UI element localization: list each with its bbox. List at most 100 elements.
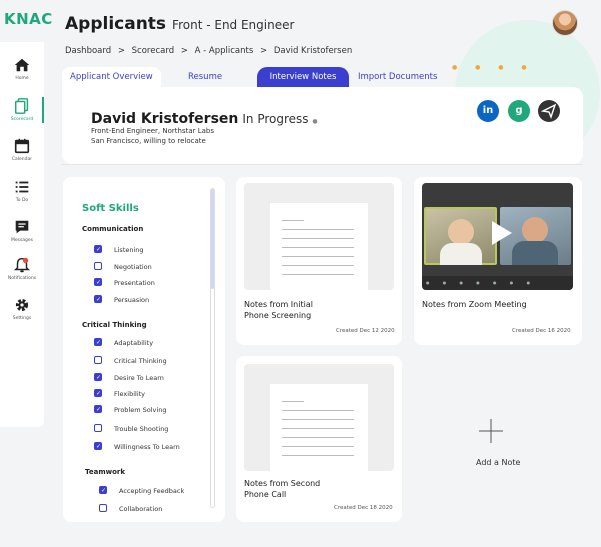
skill-willingness-to-learn[interactable]: Willingness To Learn	[94, 442, 180, 453]
sidebar-item-label: Scorecard	[10, 117, 34, 122]
sidebar-item-calendar[interactable]: Calendar	[0, 137, 44, 162]
skill-label: Listening	[114, 246, 144, 254]
skill-label: Accepting Feedback	[119, 487, 185, 495]
scorecard-icon	[14, 98, 29, 114]
checkbox[interactable]	[94, 338, 102, 347]
skill-adaptability[interactable]: Adaptability	[94, 338, 154, 349]
checkbox[interactable]	[94, 245, 102, 254]
page-title: Applicants Front - End Engineer	[65, 14, 294, 34]
tab-import-documents[interactable]: Import Documents	[358, 67, 437, 87]
sidebar-item-notifications[interactable]: Notifications	[0, 256, 44, 281]
play-icon[interactable]	[492, 221, 512, 245]
note-title-line: Notes from Zoom Meeting	[422, 300, 527, 309]
glassdoor-icon[interactable]: g	[508, 100, 530, 122]
checkbox[interactable]	[99, 486, 107, 495]
bell-icon	[13, 257, 31, 273]
app-logo[interactable]: KNAC	[4, 10, 53, 28]
skill-label: Trouble Shooting	[114, 425, 169, 433]
note-date: Created Dec 12 2020	[336, 328, 395, 334]
sidebar-item-label: To Do	[15, 198, 29, 203]
skill-persuasion[interactable]: Persuasion	[94, 295, 149, 306]
note-date: Created Dec 18 2020	[334, 505, 393, 511]
divider	[62, 164, 583, 165]
breadcrumb-dashboard[interactable]: Dashboard	[65, 46, 111, 56]
breadcrumb-separator: >	[180, 46, 188, 56]
note-card[interactable]: Notes from Initial Phone Screening Creat…	[236, 177, 402, 345]
breadcrumb-current: David Kristofersen	[273, 46, 353, 56]
skill-trouble-shooting[interactable]: Trouble Shooting	[94, 424, 169, 435]
checkbox[interactable]	[94, 356, 102, 364]
sidebar-item-messages[interactable]: Messages	[0, 218, 44, 243]
skill-negotiation[interactable]: Negotiation	[94, 262, 152, 273]
video-thumbnail[interactable]: ● ● ● ● ● ● ●	[422, 183, 573, 290]
user-avatar[interactable]	[552, 10, 578, 36]
checkbox[interactable]	[94, 373, 102, 382]
checkbox[interactable]	[94, 278, 102, 287]
plus-icon[interactable]	[478, 418, 504, 444]
skill-accepting-feedback[interactable]: Accepting Feedback	[99, 486, 185, 497]
skill-flexibility[interactable]: Flexibility	[94, 389, 146, 400]
checkbox[interactable]	[99, 504, 107, 512]
skill-label: Collaboration	[119, 505, 163, 513]
tab-applicant-overview[interactable]: Applicant Overview	[62, 67, 161, 87]
document-page	[270, 384, 368, 471]
note-title-line: Notes from Second	[244, 479, 321, 488]
skill-label: Presentation	[114, 279, 155, 287]
scrollbar-thumb[interactable]	[211, 189, 214, 289]
sidebar-item-label: Notifications	[7, 276, 37, 281]
tab-interview-notes[interactable]: Interview Notes	[257, 67, 349, 87]
note-card[interactable]: ● ● ● ● ● ● ● Notes from Zoom Meeting Cr…	[414, 177, 582, 345]
linkedin-icon[interactable]: in	[477, 100, 499, 122]
skill-listening[interactable]: Listening	[94, 245, 144, 256]
group-communication: Communication	[82, 225, 144, 233]
breadcrumb-scorecard[interactable]: Scorecard	[132, 46, 174, 56]
soft-skills-panel: Soft Skills Communication Listening Nego…	[63, 177, 225, 522]
sidebar-item-label: Calendar	[11, 157, 33, 162]
sidebar: Home Scorecard Calendar To Do Messages N…	[0, 42, 44, 427]
checkbox[interactable]	[94, 389, 102, 398]
sidebar-item-home[interactable]: Home	[0, 56, 44, 81]
document-thumbnail	[244, 364, 394, 471]
breadcrumb-applicants[interactable]: A - Applicants	[195, 46, 254, 56]
sidebar-item-settings[interactable]: Settings	[0, 296, 44, 321]
note-card[interactable]: Notes from Second Phone Call Created Dec…	[236, 356, 402, 522]
skill-desire-to-learn[interactable]: Desire To Learn	[94, 373, 164, 384]
skill-label: Adaptability	[114, 339, 154, 347]
video-controls[interactable]: ● ● ● ● ● ● ●	[422, 276, 573, 290]
checkbox[interactable]	[94, 442, 102, 451]
skill-label: Critical Thinking	[114, 357, 167, 365]
checkbox[interactable]	[94, 295, 102, 304]
checkbox[interactable]	[94, 424, 102, 432]
applicant-name-row: David Kristofersen In Progress ●	[91, 111, 318, 127]
skill-presentation[interactable]: Presentation	[94, 278, 155, 289]
note-title: Notes from Zoom Meeting	[422, 299, 527, 310]
group-critical-thinking: Critical Thinking	[82, 321, 147, 329]
gear-icon	[15, 298, 29, 312]
status-text: In Progress	[242, 112, 309, 126]
send-icon[interactable]	[538, 100, 560, 122]
sidebar-item-todo[interactable]: To Do	[0, 178, 44, 203]
tab-bar: Applicant Overview Resume Interview Note…	[62, 67, 582, 87]
scrollbar[interactable]	[210, 188, 215, 508]
skill-label: Negotiation	[114, 263, 152, 271]
skill-label: Flexibility	[114, 390, 146, 398]
skill-critical-thinking[interactable]: Critical Thinking	[94, 356, 167, 367]
note-date: Created Dec 16 2020	[512, 328, 571, 334]
tab-resume[interactable]: Resume	[188, 67, 222, 87]
skill-label: Desire To Learn	[114, 374, 164, 382]
note-title-line: Phone Screening	[244, 311, 312, 320]
document-page	[270, 203, 368, 290]
skill-problem-solving[interactable]: Problem Solving	[94, 405, 166, 416]
checkbox[interactable]	[94, 405, 102, 414]
group-teamwork: Teamwork	[85, 468, 125, 476]
document-thumbnail	[244, 183, 394, 290]
breadcrumb-separator: >	[259, 46, 268, 56]
applicant-profile-card: David Kristofersen In Progress ● Front-En…	[62, 87, 583, 164]
sidebar-item-scorecard[interactable]: Scorecard	[0, 97, 44, 123]
status-dot-icon: ●	[312, 118, 318, 125]
note-title-line: Phone Call	[244, 490, 287, 499]
checkbox[interactable]	[94, 262, 102, 270]
add-note-button[interactable]: Add a Note	[476, 458, 520, 467]
skill-collaboration[interactable]: Collaboration	[99, 504, 163, 515]
home-icon	[14, 58, 30, 72]
